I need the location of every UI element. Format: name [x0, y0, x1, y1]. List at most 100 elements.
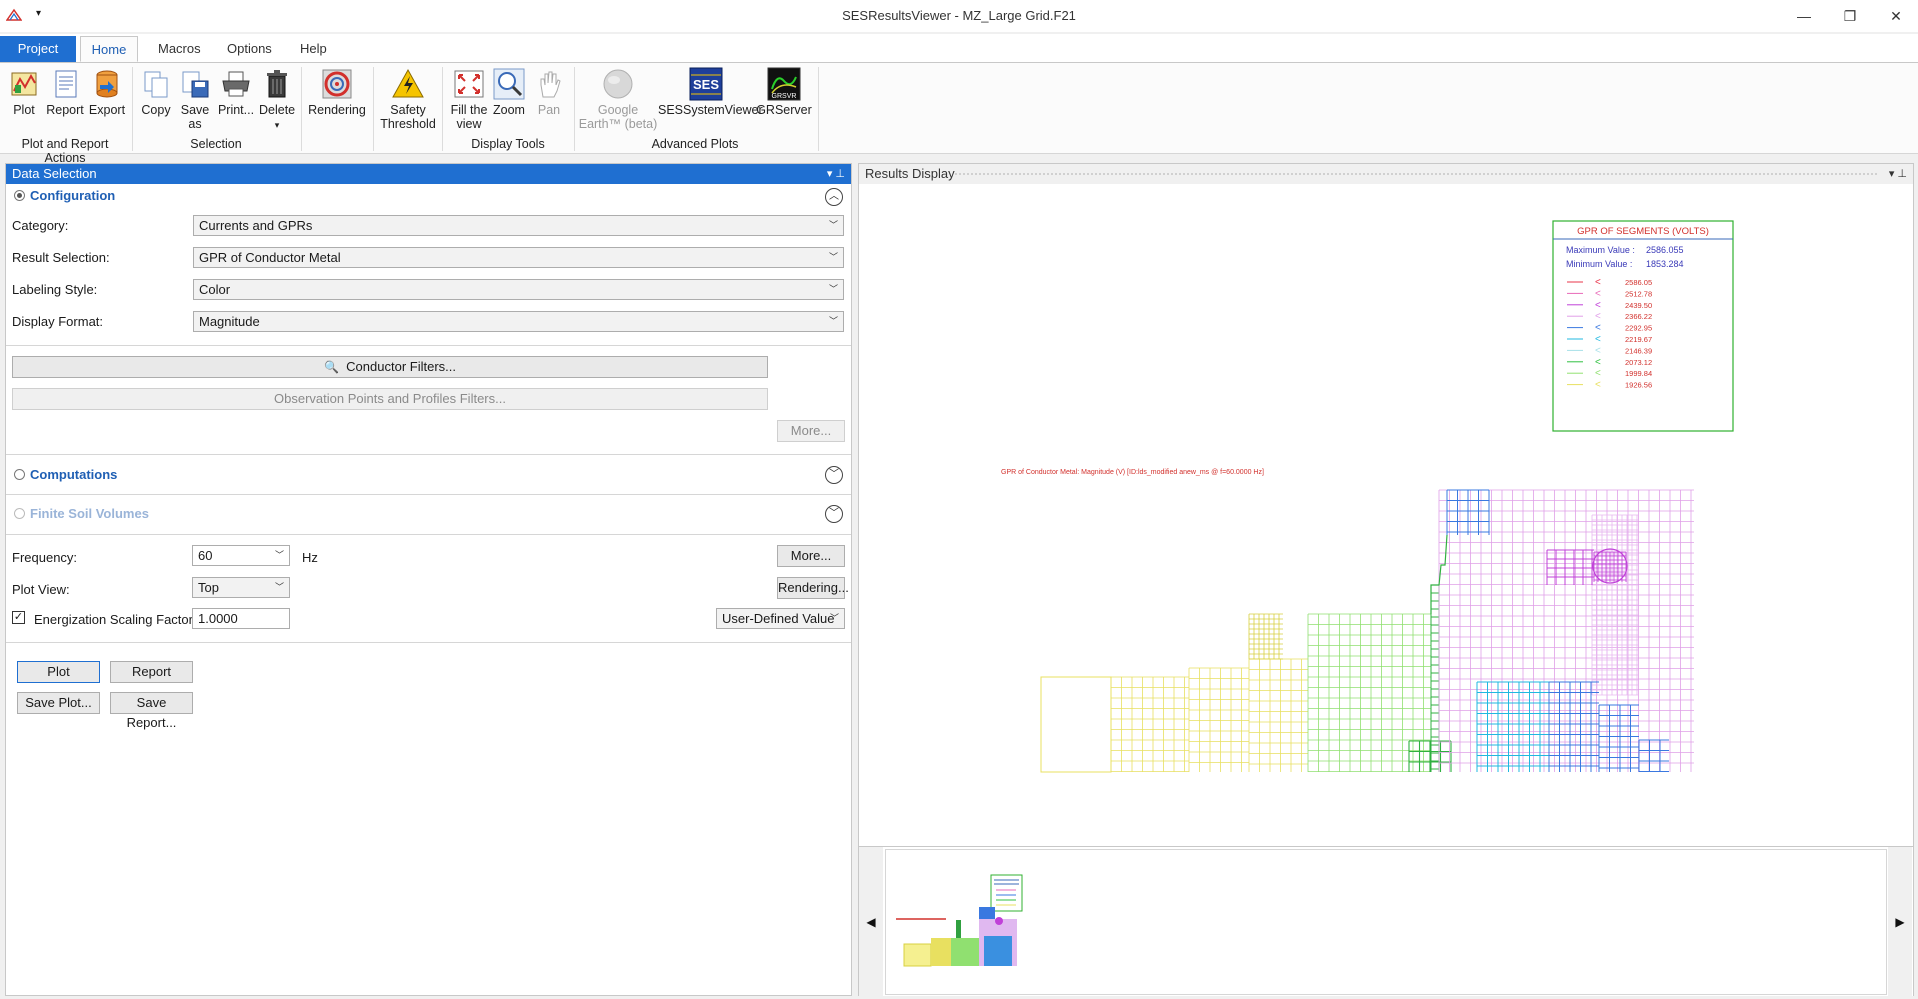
grid-region-yellow	[1248, 658, 1308, 772]
google-earth-ribbon-button[interactable]: Google Earth™ (beta)	[578, 67, 658, 131]
divider	[6, 494, 851, 495]
print-ribbon-button[interactable]: Print...	[214, 67, 258, 117]
window-title: SESResultsViewer - MZ_Large Grid.F21	[842, 8, 1076, 23]
tab-help[interactable]: Help	[286, 36, 341, 62]
zoom-label: Zoom	[493, 103, 525, 117]
legend-symbol: <	[1595, 380, 1601, 391]
grid-region-violet-dense	[1591, 514, 1638, 696]
ribbon: Plot Report Export Plot and Report Actio…	[0, 62, 1918, 165]
report-ribbon-button[interactable]: Report	[44, 67, 86, 117]
grserver-ribbon-button[interactable]: GRSVR GRServer	[756, 67, 812, 117]
plot-caption: GPR of Conductor Metal: Magnitude (V) [I…	[1001, 469, 1264, 476]
result-selection-select[interactable]: GPR of Conductor Metal ﹀	[193, 247, 844, 268]
energization-input[interactable]: 1.0000	[192, 608, 290, 629]
configuration-radio[interactable]	[14, 190, 25, 201]
frequency-select[interactable]: 60 ﹀	[192, 545, 290, 566]
rendering-ribbon-button[interactable]: Rendering	[306, 67, 368, 117]
user-defined-value: User-Defined Value	[722, 611, 835, 626]
report-button[interactable]: Report	[110, 661, 193, 683]
save-plot-button[interactable]: Save Plot...	[17, 692, 100, 714]
pin-icon[interactable]: ▾ ⊥	[827, 164, 845, 184]
save-as-ribbon-button[interactable]: Save as	[177, 67, 213, 131]
delete-dropdown-icon[interactable]: ▾	[275, 120, 280, 130]
grid-region-yellow	[1110, 676, 1189, 772]
display-format-select[interactable]: Magnitude ﹀	[193, 311, 844, 332]
pin-icon[interactable]: ▾ ⊥	[1889, 164, 1907, 184]
configuration-section-header[interactable]: Configuration	[14, 188, 115, 203]
grid-region-blue-4	[1638, 739, 1669, 772]
tab-project[interactable]: Project	[0, 36, 76, 62]
plot-view-select[interactable]: Top ﹀	[192, 577, 290, 598]
export-ribbon-button[interactable]: Export	[86, 67, 128, 117]
category-select[interactable]: Currents and GPRs ﹀	[193, 215, 844, 236]
fill-view-label-2: view	[456, 117, 482, 131]
thumbnail-region-blue	[979, 907, 995, 919]
save-report-button[interactable]: Save Report...	[110, 692, 193, 730]
group-separator	[301, 67, 302, 151]
delete-ribbon-button[interactable]: Delete ▾	[259, 67, 295, 132]
labeling-style-select[interactable]: Color ﹀	[193, 279, 844, 300]
expand-down-icon[interactable]: ﹀	[825, 505, 843, 523]
copy-ribbon-button[interactable]: Copy	[137, 67, 175, 117]
delete-label: Delete	[259, 103, 296, 117]
thumbnail-region-magenta	[995, 917, 1003, 925]
report-label: Report	[46, 103, 84, 117]
display-format-label: Display Format:	[12, 314, 104, 329]
results-plot-canvas[interactable]: GPR OF SEGMENTS (VOLTS) Maximum Value : …	[859, 185, 1913, 845]
grserver-label: GRServer	[756, 103, 812, 117]
thumbnail-region-yellow	[903, 943, 932, 967]
pan-label: Pan	[537, 103, 561, 117]
computations-section-header[interactable]: Computations	[14, 467, 117, 482]
energization-checkbox[interactable]: ✓	[12, 611, 25, 624]
chevron-down-icon: ﹀	[274, 550, 284, 560]
previous-arrow-icon[interactable]: ◀	[859, 847, 883, 997]
tab-home[interactable]: Home	[80, 36, 138, 62]
sessystemviewer-ribbon-button[interactable]: SES SESSystemViewer	[658, 67, 763, 117]
user-defined-select[interactable]: User-Defined Value ﹀	[716, 608, 845, 629]
minimize-button[interactable]: —	[1784, 4, 1824, 28]
rendering-button[interactable]: Rendering...	[777, 577, 849, 599]
pan-ribbon-button[interactable]: Pan	[530, 67, 568, 117]
plot-view-value: Top	[198, 580, 219, 595]
collapse-up-icon[interactable]: ︿	[825, 188, 843, 206]
legend-symbol: <	[1595, 323, 1601, 334]
conductor-filters-button[interactable]: 🔍 Conductor Filters...	[12, 356, 768, 378]
computations-radio[interactable]	[14, 469, 25, 480]
chevron-down-icon: ﹀	[829, 613, 839, 623]
tab-macros[interactable]: Macros	[144, 36, 215, 62]
chevron-down-icon: ﹀	[828, 220, 838, 230]
save-as-icon	[178, 67, 212, 101]
expand-down-icon[interactable]: ﹀	[825, 466, 843, 484]
fill-the-view-ribbon-button[interactable]: Fill the view	[447, 67, 491, 131]
more-button[interactable]: More...	[777, 420, 845, 442]
close-button[interactable]: ✕	[1876, 4, 1916, 28]
save-as-label-1: Save	[180, 103, 210, 117]
restore-button[interactable]: ❐	[1830, 4, 1870, 28]
frequency-unit: Hz	[302, 550, 318, 565]
legend-symbol: <	[1595, 357, 1601, 368]
next-arrow-icon[interactable]: ▶	[1888, 847, 1912, 997]
conductor-filters-label: Conductor Filters...	[346, 359, 456, 374]
copy-label: Copy	[141, 103, 171, 117]
plot-button[interactable]: Plot	[17, 661, 100, 683]
safety-threshold-ribbon-button[interactable]: Safety Threshold	[378, 67, 438, 131]
grid-region-yellow-dense	[1248, 613, 1283, 660]
plot-label: Plot	[13, 103, 35, 117]
grid-region-blue-3	[1598, 704, 1639, 772]
plot-thumbnail[interactable]	[886, 850, 1886, 994]
divider	[6, 454, 851, 455]
more-button-2[interactable]: More...	[777, 545, 845, 567]
results-display-header: Results Display ▾ ⊥	[859, 164, 1913, 184]
finite-soil-radio[interactable]	[14, 508, 25, 519]
group-selection: Selection	[190, 137, 242, 151]
legend-value: 2366.22	[1625, 312, 1652, 321]
grid-region-magenta-dense	[1593, 551, 1627, 582]
legend-value: 1999.84	[1625, 369, 1652, 378]
category-label: Category:	[12, 218, 69, 233]
plot-ribbon-button[interactable]: Plot	[4, 67, 44, 117]
zoom-ribbon-button[interactable]: Zoom	[490, 67, 528, 117]
divider	[6, 642, 851, 643]
observation-filters-button[interactable]: Observation Points and Profiles Filters.…	[12, 388, 768, 410]
finite-soil-volumes-section-header[interactable]: Finite Soil Volumes	[14, 506, 149, 521]
tab-options[interactable]: Options	[213, 36, 286, 62]
